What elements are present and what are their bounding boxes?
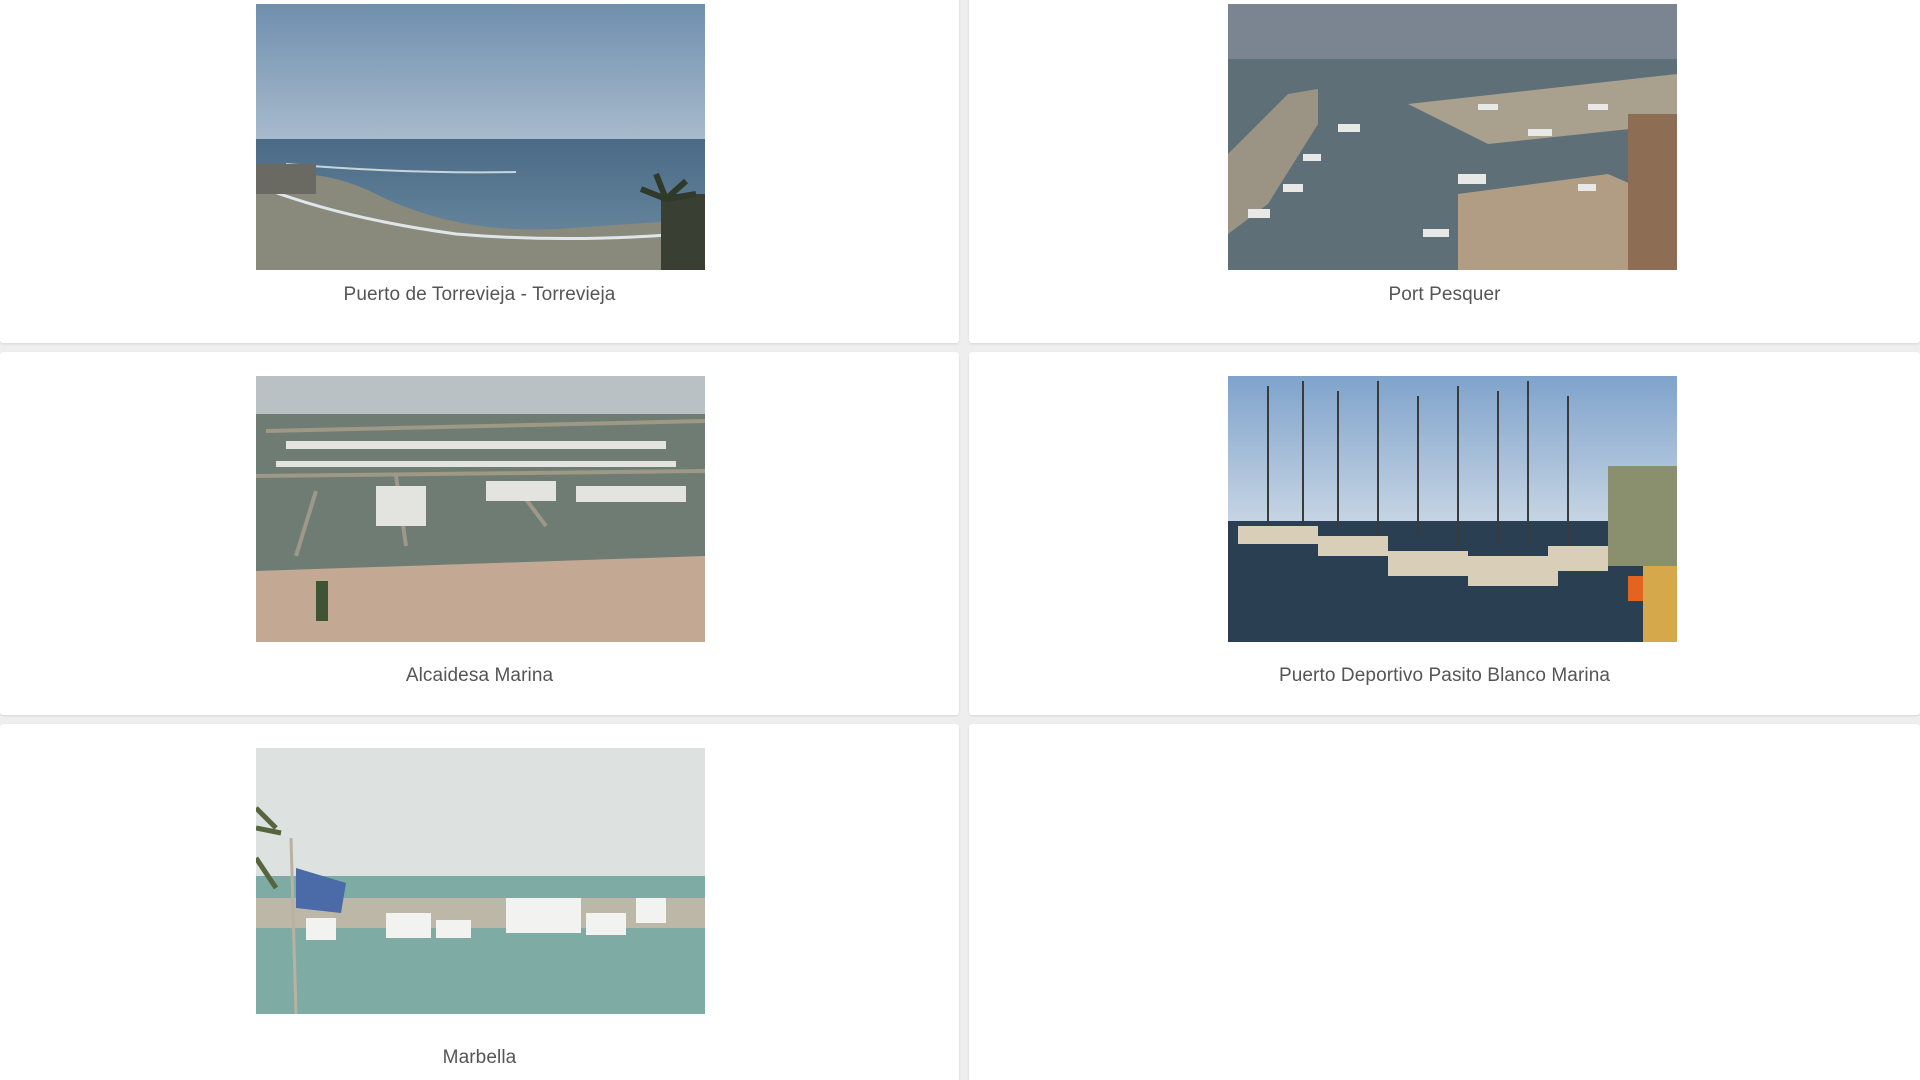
webcam-title[interactable]: Marbella bbox=[0, 1047, 959, 1069]
marbella-harbor-image bbox=[256, 748, 705, 1014]
marina-aerial-image bbox=[256, 376, 705, 642]
webcam-title[interactable]: Port Pesquer bbox=[969, 284, 1920, 306]
webcam-grid: Puerto de Torrevieja - Torrevieja Port P… bbox=[0, 0, 1920, 1080]
webcam-thumbnail[interactable] bbox=[256, 748, 705, 1014]
webcam-title[interactable]: Alcaidesa Marina bbox=[0, 665, 959, 687]
webcam-card[interactable]: Marbella bbox=[0, 724, 959, 1080]
beach-sea-image bbox=[256, 4, 705, 270]
webcam-thumbnail[interactable] bbox=[256, 4, 705, 270]
webcam-title[interactable]: Puerto Deportivo Pasito Blanco Marina bbox=[969, 665, 1920, 687]
webcam-thumbnail[interactable] bbox=[1228, 4, 1677, 270]
sailboats-marina-image bbox=[1228, 376, 1677, 642]
webcam-card[interactable]: Puerto Deportivo Pasito Blanco Marina bbox=[969, 352, 1920, 715]
fishing-port-image bbox=[1228, 4, 1677, 270]
webcam-title[interactable]: Puerto de Torrevieja - Torrevieja bbox=[0, 284, 959, 306]
empty-card bbox=[969, 724, 1920, 1080]
webcam-card[interactable]: Puerto de Torrevieja - Torrevieja bbox=[0, 0, 959, 343]
webcam-thumbnail[interactable] bbox=[256, 376, 705, 642]
webcam-thumbnail[interactable] bbox=[1228, 376, 1677, 642]
webcam-card[interactable]: Port Pesquer bbox=[969, 0, 1920, 343]
webcam-card[interactable]: Alcaidesa Marina bbox=[0, 352, 959, 715]
